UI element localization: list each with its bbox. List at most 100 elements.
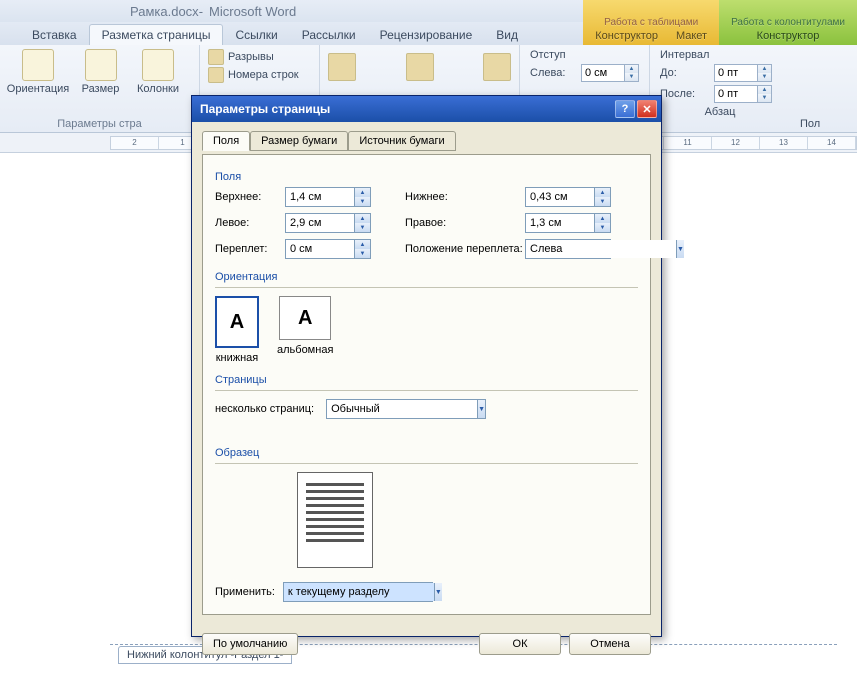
tab-layout[interactable]: Макет (676, 30, 707, 42)
context-tab-tables: Работа с таблицами Конструктор Макет (583, 0, 719, 45)
apply-to-input[interactable] (284, 583, 434, 601)
orientation-portrait[interactable]: A книжная (215, 296, 259, 364)
cancel-button[interactable]: Отмена (569, 633, 651, 655)
down-arrow-icon[interactable]: ▼ (758, 94, 771, 102)
orientation-section-title: Ориентация (215, 271, 638, 283)
left-margin-label: Левое: (215, 217, 285, 229)
gutter-pos-input[interactable] (526, 240, 676, 258)
right-margin-spinner[interactable]: ▲▼ (525, 213, 611, 233)
columns-label: Колонки (137, 83, 179, 95)
size-icon (85, 49, 117, 81)
tab-view[interactable]: Вид (484, 25, 530, 45)
indent-left-spinner[interactable]: ▲▼ (581, 64, 639, 82)
dialog-tab-paper-size[interactable]: Размер бумаги (250, 131, 348, 151)
before-spinner[interactable]: ▲▼ (714, 64, 772, 82)
multiple-pages-label: несколько страниц: (215, 403, 314, 415)
down-arrow-icon[interactable]: ▼ (355, 249, 370, 258)
dialog-tab-fields[interactable]: Поля (202, 131, 250, 151)
apply-to-label: Применить: (215, 586, 275, 598)
down-arrow-icon[interactable]: ▼ (595, 197, 610, 206)
after-spinner[interactable]: ▲▼ (714, 85, 772, 103)
dialog-close-button[interactable]: ✕ (637, 100, 657, 118)
page-setup-dialog: Параметры страницы ? ✕ Поля Размер бумаг… (191, 95, 662, 637)
up-arrow-icon[interactable]: ▲ (625, 65, 638, 73)
watermark-icon[interactable] (328, 53, 356, 81)
size-label: Размер (82, 83, 120, 95)
down-arrow-icon[interactable]: ▼ (625, 73, 638, 81)
multiple-pages-combo[interactable]: ▼ (326, 399, 486, 419)
landscape-icon: A (279, 296, 331, 340)
down-arrow-icon[interactable]: ▼ (595, 223, 610, 232)
size-button[interactable]: Размер (78, 49, 123, 95)
interval-header: Интервал (660, 49, 780, 61)
gutter-input[interactable] (286, 240, 354, 258)
tab-header-constructor[interactable]: Конструктор (757, 30, 820, 42)
paragraph-group-label: Абзац (660, 106, 780, 118)
chevron-down-icon[interactable]: ▼ (477, 400, 485, 418)
app-name: Microsoft Word (209, 4, 296, 19)
page-borders-icon[interactable] (483, 53, 511, 81)
portrait-label: книжная (216, 352, 259, 364)
ruler-mark: 12 (712, 137, 760, 149)
down-arrow-icon[interactable]: ▼ (758, 73, 771, 81)
tab-insert[interactable]: Вставка (20, 25, 89, 45)
gutter-pos-combo[interactable]: ▼ (525, 239, 611, 259)
left-margin-spinner[interactable]: ▲▼ (285, 213, 371, 233)
doc-title: Рамка.docx (130, 4, 199, 19)
orientation-label: Ориентация (7, 83, 69, 95)
ruler-mark: 14 (808, 137, 856, 149)
gutter-spinner[interactable]: ▲▼ (285, 239, 371, 259)
tab-references[interactable]: Ссылки (223, 25, 289, 45)
multiple-pages-input[interactable] (327, 400, 477, 418)
default-button[interactable]: По умолчанию (202, 633, 298, 655)
chevron-down-icon[interactable]: ▼ (676, 240, 684, 258)
columns-icon (142, 49, 174, 81)
ruler-mark: 13 (760, 137, 808, 149)
tab-review[interactable]: Рецензирование (368, 25, 485, 45)
orientation-button[interactable]: Ориентация (8, 49, 68, 95)
gutter-label: Переплет: (215, 243, 285, 255)
columns-button[interactable]: Колонки (133, 49, 183, 95)
context-tab-headers-title: Работа с колонтитулами (731, 17, 845, 28)
tab-page-layout[interactable]: Разметка страницы (89, 24, 224, 45)
tab-constructor[interactable]: Конструктор (595, 30, 658, 42)
dialog-help-button[interactable]: ? (615, 100, 635, 118)
line-numbers-button[interactable]: Номера строк (208, 67, 311, 83)
contextual-tabs: Работа с таблицами Конструктор Макет Раб… (583, 0, 857, 45)
down-arrow-icon[interactable]: ▼ (355, 223, 370, 232)
up-arrow-icon[interactable]: ▲ (355, 214, 370, 223)
position-label: Пол (800, 118, 820, 130)
right-margin-input[interactable] (526, 214, 594, 232)
up-arrow-icon[interactable]: ▲ (355, 240, 370, 249)
up-arrow-icon[interactable]: ▲ (595, 214, 610, 223)
top-margin-spinner[interactable]: ▲▼ (285, 187, 371, 207)
orientation-landscape[interactable]: A альбомная (277, 296, 333, 364)
dialog-titlebar[interactable]: Параметры страницы ? ✕ (192, 96, 661, 122)
dialog-panel: Поля Верхнее: ▲▼ Нижнее: ▲▼ Левое: ▲▼ Пр… (202, 154, 651, 615)
up-arrow-icon[interactable]: ▲ (758, 86, 771, 94)
left-margin-input[interactable] (286, 214, 354, 232)
apply-to-combo[interactable]: ▼ (283, 582, 433, 602)
bottom-margin-input[interactable] (526, 188, 594, 206)
chevron-down-icon[interactable]: ▼ (434, 583, 442, 601)
down-arrow-icon[interactable]: ▼ (355, 197, 370, 206)
top-margin-input[interactable] (286, 188, 354, 206)
top-margin-label: Верхнее: (215, 191, 285, 203)
portrait-icon: A (215, 296, 259, 348)
after-input[interactable] (715, 86, 757, 102)
indent-left-input[interactable] (582, 65, 624, 81)
before-input[interactable] (715, 65, 757, 81)
dialog-tab-paper-source[interactable]: Источник бумаги (348, 131, 455, 151)
ok-button[interactable]: ОК (479, 633, 561, 655)
page-color-icon[interactable] (406, 53, 434, 81)
up-arrow-icon[interactable]: ▲ (758, 65, 771, 73)
tab-mailings[interactable]: Рассылки (290, 25, 368, 45)
bottom-margin-spinner[interactable]: ▲▼ (525, 187, 611, 207)
title-sep: - (199, 4, 203, 19)
page-setup-group-label: Параметры стра (8, 118, 191, 130)
up-arrow-icon[interactable]: ▲ (595, 188, 610, 197)
breaks-button[interactable]: Разрывы (208, 49, 311, 65)
dialog-title: Параметры страницы (200, 102, 330, 116)
breaks-label: Разрывы (228, 51, 274, 63)
up-arrow-icon[interactable]: ▲ (355, 188, 370, 197)
